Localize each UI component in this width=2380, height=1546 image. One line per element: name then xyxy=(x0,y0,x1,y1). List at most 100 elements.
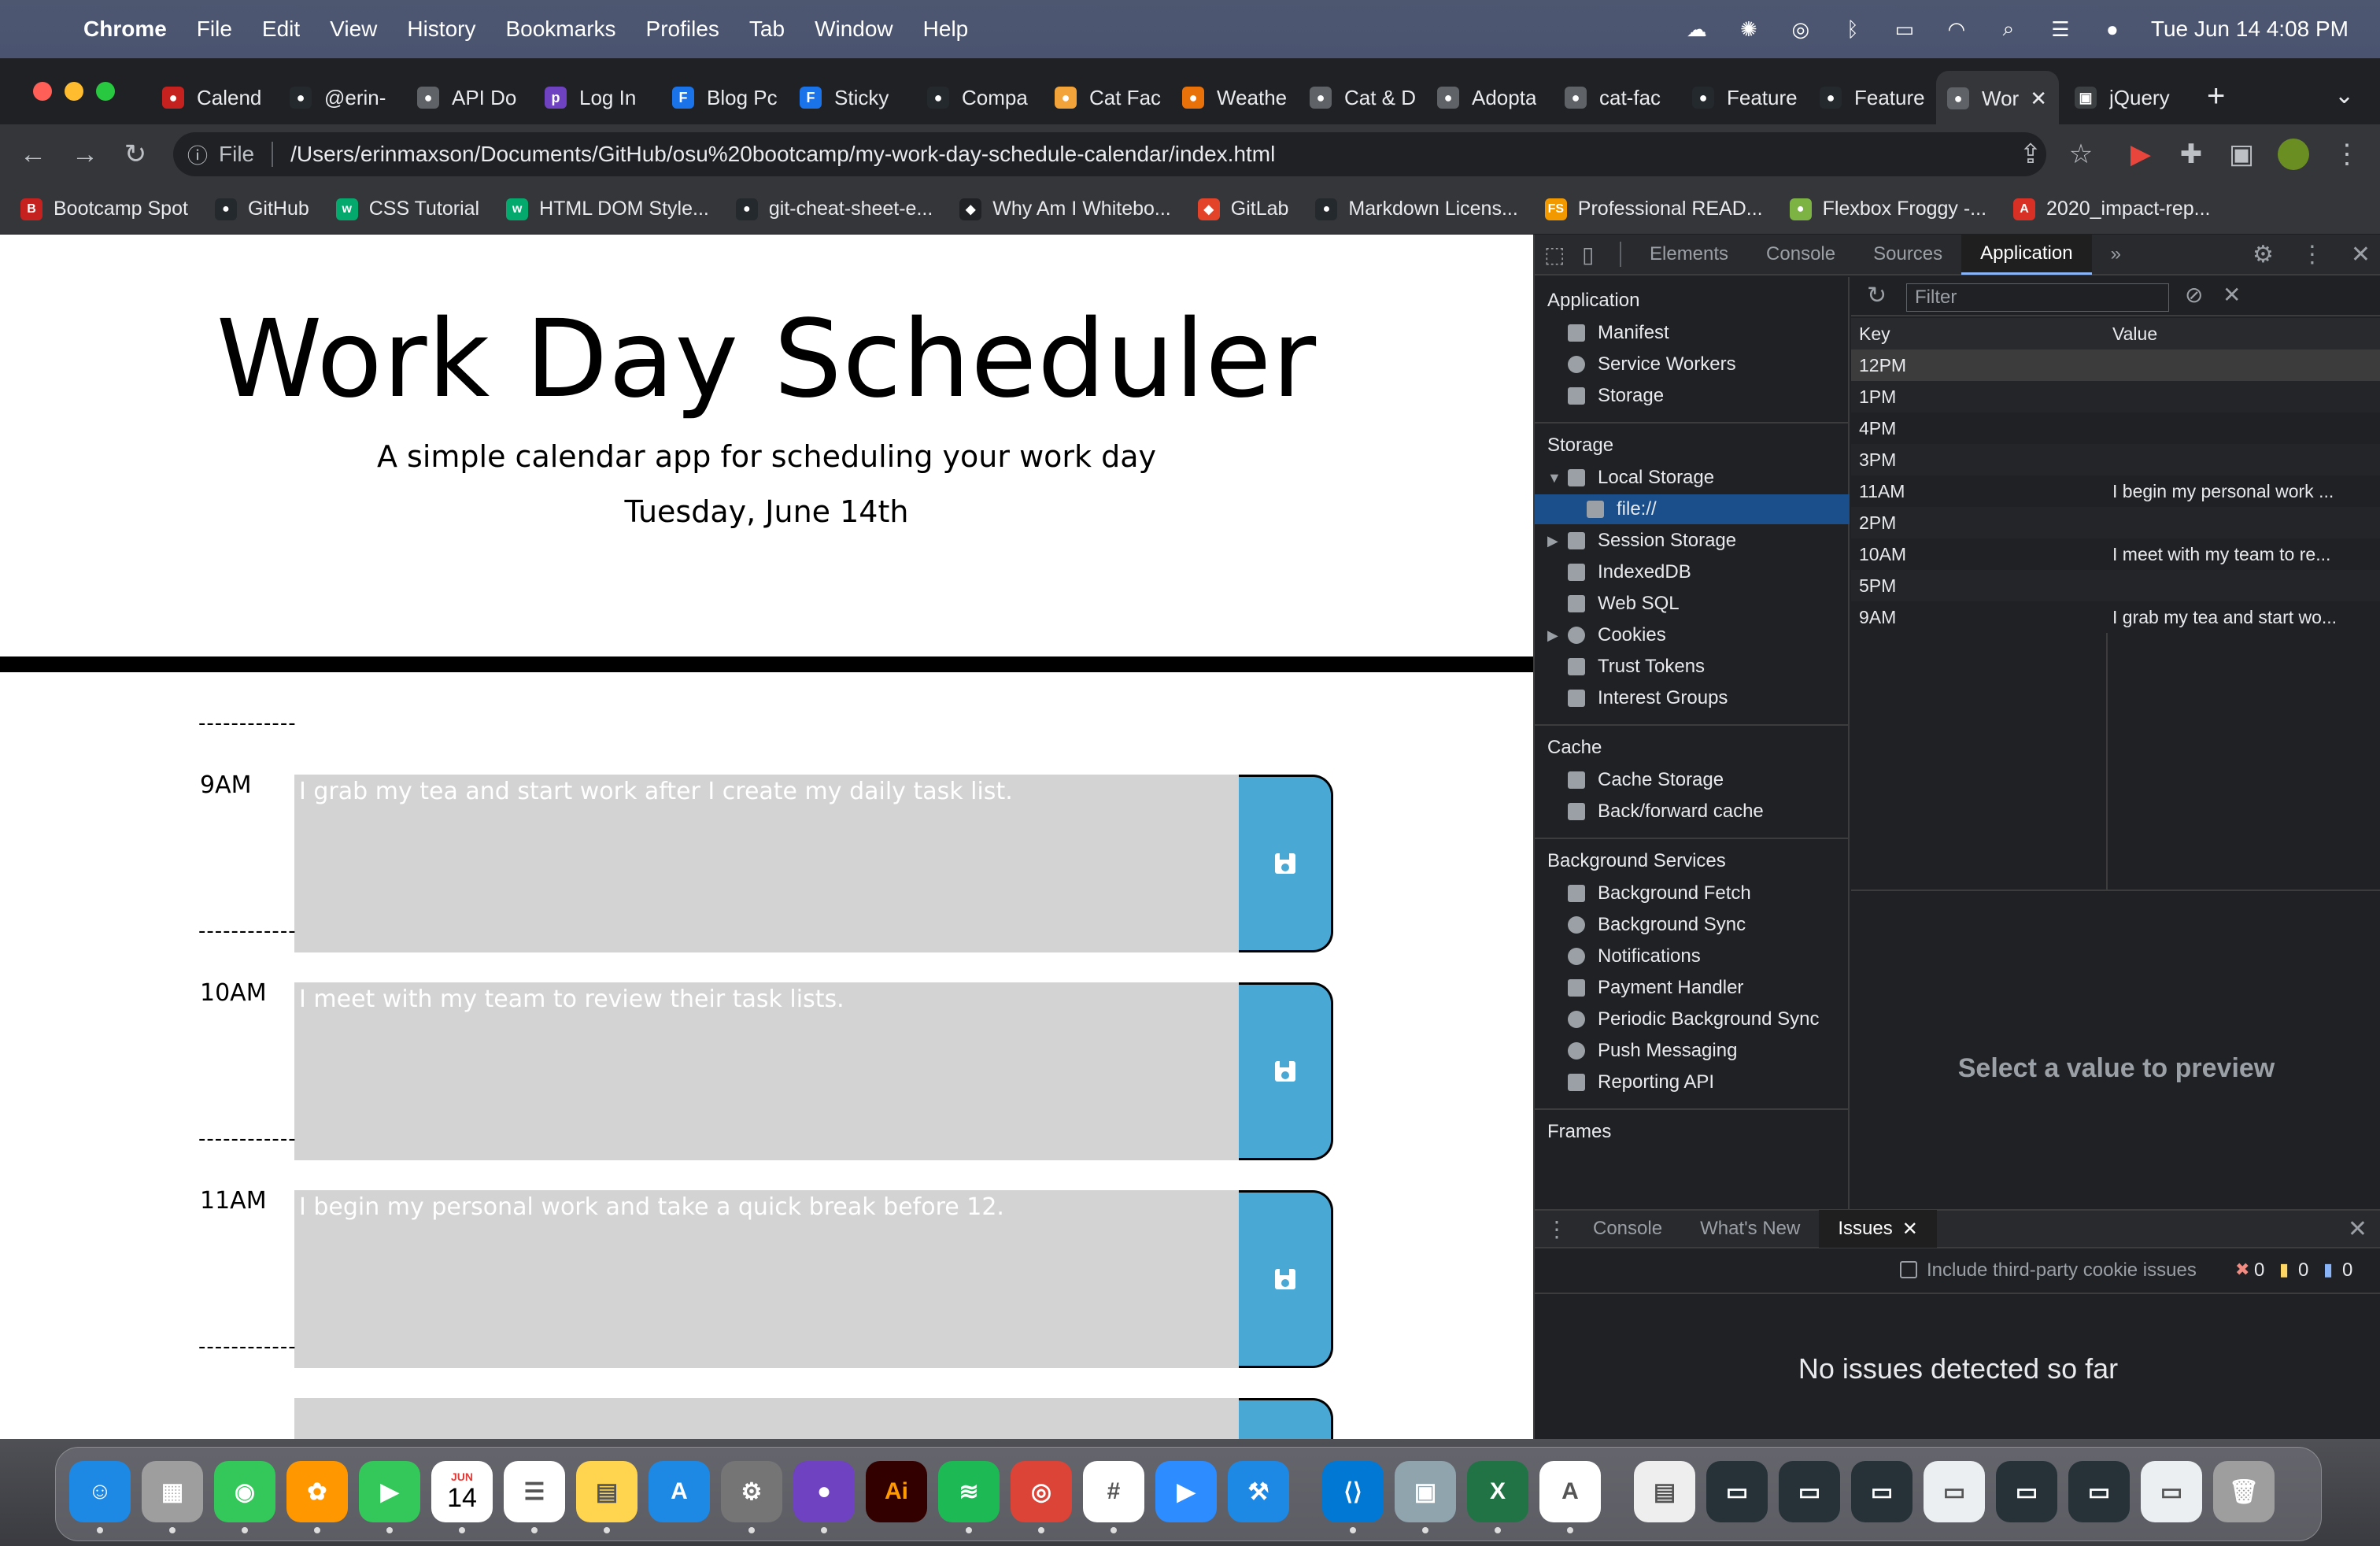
table-row[interactable]: 9AM I grab my tea and start wo... xyxy=(1851,601,2380,633)
table-row[interactable]: 5PM xyxy=(1851,570,2380,601)
clear-all-icon[interactable]: ⊘ xyxy=(2185,282,2203,308)
bookmark-item[interactable]: B Bootcamp Spot xyxy=(20,198,188,220)
calendar-icon[interactable]: JUN 14 xyxy=(431,1461,493,1522)
system-preferences-icon[interactable]: ⚙ xyxy=(721,1461,782,1522)
vscode-icon[interactable]: ⟨⟩ xyxy=(1322,1461,1384,1522)
device-toolbar-icon[interactable]: ▯ xyxy=(1582,242,1620,268)
siri-icon[interactable]: ● xyxy=(2099,17,2126,41)
browser-tab[interactable]: ● Wor ✕ xyxy=(1936,71,2059,126)
control-center-icon[interactable]: ☰ xyxy=(2047,17,2074,41)
new-tab-plus-icon[interactable]: + xyxy=(2207,79,2225,114)
browser-tab[interactable]: ▣ jQuery xyxy=(2064,76,2186,120)
sidebar-item-background-sync[interactable]: Background Sync xyxy=(1568,910,1746,940)
brightness-icon[interactable]: ✺ xyxy=(1735,17,1762,41)
value-column-header[interactable]: Value xyxy=(2106,324,2380,345)
apple-menu-icon[interactable] xyxy=(24,13,55,45)
creative-cloud-icon[interactable]: ☁ xyxy=(1683,17,1710,41)
bookmark-item[interactable]: ◆ Why Am I Whitebo... xyxy=(959,198,1171,220)
menu-bookmarks[interactable]: Bookmarks xyxy=(505,17,615,42)
bookmark-item[interactable]: ● Markdown Licens... xyxy=(1315,198,1518,220)
browser-tab[interactable]: ● Cat Fac xyxy=(1044,76,1166,120)
storage-filter-input[interactable]: Filter xyxy=(1906,283,2169,312)
sidebar-item-indexeddb[interactable]: IndexedDB xyxy=(1568,557,1691,587)
tree-expand-arrow-icon[interactable]: ▶ xyxy=(1547,627,1558,644)
finder-icon[interactable]: ☺ xyxy=(69,1461,131,1522)
reload-icon[interactable]: ↻ xyxy=(120,139,151,170)
menubar-datetime[interactable]: Tue Jun 14 4:08 PM xyxy=(2151,17,2349,42)
sidebar-item-cookies[interactable]: ▶ Cookies xyxy=(1547,620,1666,650)
side-panel-icon[interactable]: ▣ xyxy=(2226,139,2257,170)
sidebar-item-reporting-api[interactable]: Reporting API xyxy=(1568,1067,1714,1097)
messages-icon[interactable]: ◉ xyxy=(214,1461,275,1522)
back-arrow-icon[interactable]: ← xyxy=(17,139,49,170)
reminders-icon[interactable]: ☰ xyxy=(504,1461,565,1522)
devtools-tab-application[interactable]: Application xyxy=(1961,234,2092,275)
menu-help[interactable]: Help xyxy=(923,17,969,42)
zoom-window-button[interactable] xyxy=(96,82,115,101)
bookmark-item[interactable]: ● Flexbox Froggy -... xyxy=(1789,198,1986,220)
save-button[interactable] xyxy=(1239,1398,1333,1439)
slack-icon[interactable]: # xyxy=(1083,1461,1144,1522)
window-thumbnail-icon[interactable]: ▭ xyxy=(1851,1461,1913,1522)
browser-tab[interactable]: ● Weathe xyxy=(1171,76,1294,120)
devtools-tab-elements[interactable]: Elements xyxy=(1631,234,1747,275)
table-row[interactable]: 11AM I begin my personal work ... xyxy=(1851,475,2380,507)
window-thumbnail-icon[interactable]: ▭ xyxy=(2068,1461,2130,1522)
archive-file-icon[interactable]: ▤ xyxy=(1634,1461,1695,1522)
github-desktop-icon[interactable]: ● xyxy=(793,1461,855,1522)
drawer-tab-console[interactable]: Console xyxy=(1574,1210,1681,1248)
minimize-window-button[interactable] xyxy=(65,82,83,101)
sidebar-item-background-fetch[interactable]: Background Fetch xyxy=(1568,878,1751,908)
table-row[interactable]: 2PM xyxy=(1851,507,2380,538)
drawer-tab-issues[interactable]: Issues ✕ xyxy=(1819,1210,1937,1248)
info-circle-icon[interactable]: ⓘ xyxy=(187,140,208,169)
bluetooth-icon[interactable]: ᛒ xyxy=(1839,17,1866,41)
sidebar-item-payment-handler[interactable]: Payment Handler xyxy=(1568,973,1743,1003)
wifi-icon[interactable]: ◠ xyxy=(1943,17,1970,41)
table-row[interactable]: 12PM xyxy=(1851,350,2380,381)
acrobat-icon[interactable]: A xyxy=(1539,1461,1601,1522)
inspect-element-icon[interactable]: ⬚ xyxy=(1544,242,1582,268)
menu-window[interactable]: Window xyxy=(815,17,893,42)
sidebar-item-web-sql[interactable]: Web SQL xyxy=(1568,589,1680,619)
menu-profiles[interactable]: Profiles xyxy=(646,17,719,42)
bookmark-item[interactable]: FS Professional READ... xyxy=(1544,198,1763,220)
close-issues-tab-icon[interactable]: ✕ xyxy=(1902,1218,1918,1241)
browser-tab[interactable]: ● Calend xyxy=(151,76,274,120)
browser-tab[interactable]: ● @erin- xyxy=(279,76,401,120)
window-thumbnail-icon[interactable]: ▭ xyxy=(2141,1461,2202,1522)
browser-tab[interactable]: F Sticky xyxy=(789,76,911,120)
devtools-tab-console[interactable]: Console xyxy=(1747,234,1854,275)
devtools-tab-sources[interactable]: Sources xyxy=(1854,234,1961,275)
browser-tab[interactable]: ● Adopta xyxy=(1426,76,1549,120)
browser-tab[interactable]: p Log In xyxy=(534,76,656,120)
browser-tab[interactable]: ● API Do xyxy=(406,76,529,120)
sidebar-item-service-workers[interactable]: Service Workers xyxy=(1568,350,1736,379)
more-tabs-chevron-icon[interactable]: » xyxy=(2092,234,2140,275)
xcode-icon[interactable]: ⚒ xyxy=(1228,1461,1289,1522)
close-window-button[interactable] xyxy=(33,82,52,101)
browser-tab[interactable]: ● Cat & D xyxy=(1299,76,1421,120)
bookmark-item[interactable]: ◆ GitLab xyxy=(1197,198,1288,220)
app-store-icon[interactable]: A xyxy=(649,1461,710,1522)
table-row[interactable]: 4PM xyxy=(1851,412,2380,444)
delete-selected-icon[interactable]: ✕ xyxy=(2223,282,2241,308)
tree-expand-arrow-icon[interactable]: ▼ xyxy=(1547,470,1561,486)
profile-avatar[interactable] xyxy=(2278,139,2309,170)
forward-arrow-icon[interactable]: → xyxy=(69,139,101,170)
browser-tab[interactable]: ● cat-fac xyxy=(1554,76,1676,120)
url-text[interactable]: /Users/erinmaxson/Documents/GitHub/osu%2… xyxy=(290,142,1275,167)
browser-tab[interactable]: F Blog Pc xyxy=(661,76,784,120)
sidebar-item-interest-groups[interactable]: Interest Groups xyxy=(1568,683,1728,713)
preview-icon[interactable]: ▣ xyxy=(1395,1461,1456,1522)
bookmark-item[interactable]: ● GitHub xyxy=(214,198,309,220)
tab-search-chevron-icon[interactable]: ⌄ xyxy=(2334,82,2354,109)
window-thumbnail-icon[interactable]: ▭ xyxy=(1706,1461,1768,1522)
window-thumbnail-icon[interactable]: ▭ xyxy=(1996,1461,2057,1522)
sidebar-item-manifest[interactable]: Manifest xyxy=(1568,318,1669,348)
facetime-icon[interactable]: ▶ xyxy=(359,1461,420,1522)
window-thumbnail-icon[interactable]: ▭ xyxy=(1779,1461,1840,1522)
spotlight-search-icon[interactable]: ⌕ xyxy=(1995,17,2022,41)
illustrator-icon[interactable]: Ai xyxy=(866,1461,927,1522)
airdrop-icon[interactable]: ◎ xyxy=(1787,17,1814,41)
